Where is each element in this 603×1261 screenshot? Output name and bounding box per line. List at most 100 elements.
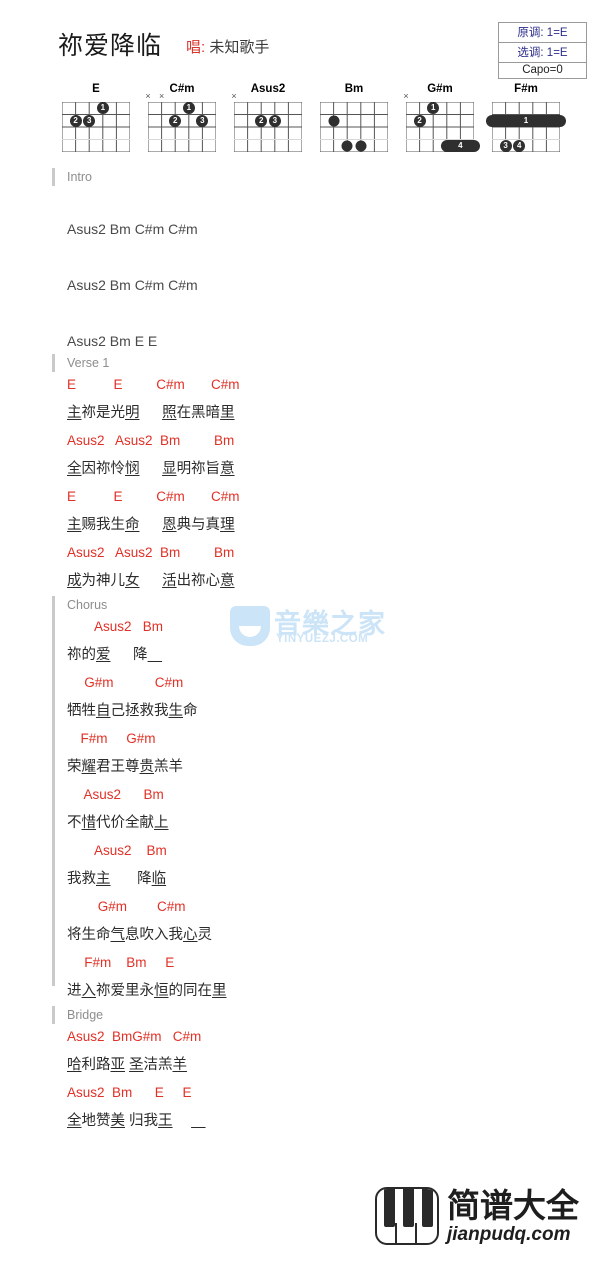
chord-dot: 2 (169, 114, 182, 127)
section-lines: Asus2 Bm 祢的爱 降 G#m C#m 牺牲自己拯救我生命 F#m G#m 荣耀… (52, 614, 603, 1006)
chord-line: Asus2 Bm E E (67, 1085, 192, 1100)
section-marker-bar (52, 596, 55, 986)
singer-name: 未知歌手 (209, 39, 270, 56)
chord-line: Asus2 Bm E E (67, 333, 158, 349)
lyric-line: 成为神儿女 活出祢心意 (67, 573, 235, 589)
chord-line: E E C#m C#m (67, 489, 240, 504)
section-intro: Intro Asus2 Bm C#m C#m Asus2 Bm C#m C#m Asu… (0, 168, 603, 354)
section-marker-bar (52, 354, 55, 372)
chord-dot: 2 (69, 114, 82, 127)
muted-strings: × × (145, 91, 216, 102)
chord-diagram-gsharpm: G#m × 1 2 4 (402, 82, 480, 152)
chord-diagram-name: F#m (514, 83, 538, 95)
section-label: Verse 1 (67, 356, 110, 370)
mute-x-icon: × (231, 91, 237, 101)
chord-dot: 3 (196, 114, 209, 127)
piano-keys-icon (375, 1187, 439, 1245)
muted-strings: × (231, 91, 302, 102)
chord-diagram-fsharpm: F#m 3 4 1 (486, 82, 566, 152)
chord-barre: 4 (440, 139, 480, 152)
section-label: Chorus (67, 598, 108, 612)
watermark-bottom-brand: 简谱大全 (447, 1186, 579, 1224)
chord-dot: 1 (96, 102, 109, 115)
fretboard: × × 1 2 3 (145, 92, 216, 152)
section-lines: Asus2 BmG#m C#m 哈利路亚 圣洁羔羊 Asus2 Bm E E 全地赞美… (52, 1024, 603, 1136)
key-info-box: 原调: 1=E 选调: 1=E Capo=0 (498, 22, 587, 79)
singer-line: 唱: 未知歌手 (186, 36, 269, 57)
chord-dot: 3 (499, 139, 512, 152)
lyric-line: 荣耀君王尊贵羔羊 (67, 759, 183, 775)
chord-dot (355, 140, 367, 152)
chord-line: Asus2 BmG#m C#m (67, 1029, 202, 1044)
chord-line: F#m G#m (67, 731, 156, 746)
chord-diagram-row: E 1 2 3 C#m × × 1 2 3 Asus2 × 2 3 Bm G#m × 1 2 4 F#m 3 4 1 (0, 82, 603, 168)
chord-dot (341, 140, 353, 152)
chord-diagram-name: E (92, 83, 100, 95)
lyric-line: 牺牲自己拯救我生命 (67, 703, 198, 719)
chord-line: Asus2 Bm (67, 843, 167, 858)
lyric-line: 将生命气息吹入我心灵 (67, 927, 212, 943)
original-key: 原调: 1=E (517, 27, 568, 39)
chord-line: Asus2 Bm (67, 619, 164, 634)
chord-line: Asus2 Asus2 Bm Bm (67, 433, 235, 448)
chord-line: G#m C#m (67, 675, 184, 690)
chord-diagram-name: Bm (344, 83, 364, 95)
fretboard: × 2 3 (231, 92, 302, 152)
chord-line: F#m Bm E (67, 955, 175, 970)
fretboard: 34 1 (486, 102, 566, 152)
chord-diagram-csharpm: C#m × × 1 2 3 (144, 82, 220, 152)
muted-strings: × (403, 91, 474, 102)
chord-dot: 3 (83, 114, 96, 127)
lyric-line: 不惜代价全献上 (67, 815, 169, 831)
page-header: 祢爱降临 唱: 未知歌手 原调: 1=E 选调: 1=E Capo=0 (0, 0, 603, 79)
chord-dot: 2 (255, 114, 268, 127)
lyric-line: 主赐我生命 恩典与真理 (67, 517, 235, 533)
chord-line: Asus2 Bm C#m C#m (67, 277, 198, 293)
capo-value: Capo=0 (499, 62, 586, 78)
mute-x-icon: × (403, 91, 409, 101)
chord-line: Asus2 Bm (67, 787, 164, 802)
song-title: 祢爱降临 (58, 32, 163, 60)
watermark-bottom-url: jianpudq.com (447, 1223, 571, 1245)
lyric-line: 哈利路亚 圣洁羔羊 (67, 1057, 188, 1073)
watermark-bottom-text: 简谱大全 jianpudq.com (447, 1186, 579, 1245)
chord-line: E E C#m C#m (67, 377, 240, 392)
chord-diagram-bm: Bm (316, 82, 392, 152)
chord-dot: 2 (413, 114, 426, 127)
fretboard (320, 102, 388, 152)
chord-sheet-page: 祢爱降临 唱: 未知歌手 原调: 1=E 选调: 1=E Capo=0 E123… (0, 0, 603, 1261)
lyric-line: 祢的爱 降 (67, 647, 148, 663)
section-lines: Asus2 Bm C#m C#m Asus2 Bm C#m C#m Asus2 Bm… (52, 186, 603, 354)
chord-dot: 1 (182, 102, 195, 115)
chord-dot: 3 (268, 114, 281, 127)
lyric-line: 主祢是光明 照在黑暗里 (67, 405, 235, 421)
mute-x-icon: × (145, 91, 151, 101)
watermark-bottom: 简谱大全 jianpudq.com (375, 1179, 597, 1253)
lyric-line: 全因祢怜悯 显明祢旨意 (67, 461, 235, 477)
song-body: Intro Asus2 Bm C#m C#m Asus2 Bm C#m C#m Asu… (0, 168, 603, 1136)
lyric-line: 进入祢爱里永恒的同在里 (67, 983, 227, 999)
chord-dot (328, 115, 340, 127)
lyric-line: 我救主 降临 (67, 871, 167, 887)
chord-dot: 1 (427, 102, 440, 115)
chord-diagram-asus2: Asus2 × 2 3 (230, 82, 306, 152)
chord-diagram-e: E 1 23 (58, 82, 134, 152)
singer-label: 唱: (186, 39, 206, 56)
section-marker-bar (52, 168, 55, 186)
section-verse-1: Verse 1 E E C#m C#m 主祢是光明 照在黑暗里 Asus2 Asus2… (0, 354, 603, 596)
chord-line: Asus2 Bm C#m C#m (67, 221, 198, 237)
chord-line: G#m C#m (67, 899, 186, 914)
chord-barre: 1 (486, 114, 566, 127)
mute-x-icon: × (158, 91, 165, 101)
selected-key: 选调: 1=E (499, 42, 586, 62)
section-lines: E E C#m C#m 主祢是光明 照在黑暗里 Asus2 Asus2 Bm Bm 全… (52, 372, 603, 596)
chord-line: Asus2 Asus2 Bm Bm (67, 545, 235, 560)
chord-dot: 4 (513, 139, 526, 152)
lyric-line: 全地赞美 归我王 (67, 1113, 173, 1129)
fretboard: 1 23 (62, 102, 130, 152)
section-chorus: Chorus Asus2 Bm 祢的爱 降 G#m C#m 牺牲自己拯救我生命 F#… (0, 596, 603, 1006)
section-label: Intro (67, 170, 93, 184)
